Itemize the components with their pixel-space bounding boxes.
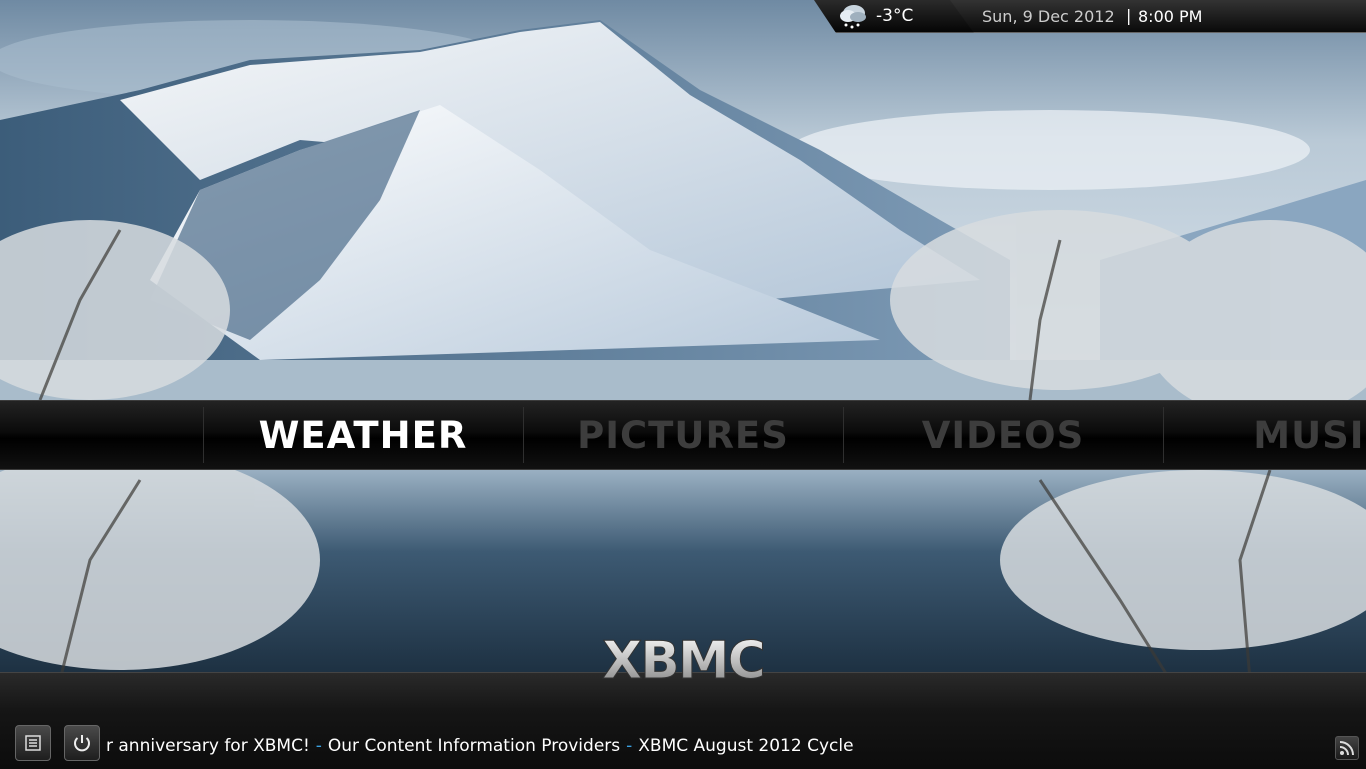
menu-item-music[interactable]: MUSIC: [1163, 401, 1366, 469]
svg-text:XBMC: XBMC: [602, 631, 764, 690]
menu-item-label: WEATHER: [258, 413, 468, 457]
ticker-item[interactable]: Our Content Information Providers: [328, 736, 620, 756]
menu-item-label: PICTURES: [577, 413, 789, 457]
menu-item-label: MUSIC: [1253, 413, 1366, 457]
menu-item-pictures[interactable]: PICTURES: [523, 401, 843, 469]
ticker-separator: -: [626, 736, 633, 756]
power-button[interactable]: [64, 725, 100, 761]
date: Sun, 9 Dec 2012: [982, 7, 1115, 26]
date-time-separator: |: [1126, 6, 1132, 25]
favourites-button[interactable]: [15, 725, 51, 761]
list-icon: [25, 735, 41, 751]
menu-item-weather[interactable]: WEATHER: [203, 401, 523, 469]
rss-button[interactable]: [1335, 736, 1359, 760]
xbmc-logo: XBMC: [602, 631, 767, 691]
temperature: -3°C: [876, 6, 914, 26]
rss-icon: [1339, 741, 1354, 756]
power-icon: [74, 735, 90, 752]
menu-item-videos[interactable]: VIDEOS: [843, 401, 1163, 469]
menu-item-label: VIDEOS: [921, 413, 1085, 457]
cloud-snow-icon: [840, 5, 866, 29]
main-menu: WEATHER PICTURES VIDEOS MUSIC: [0, 400, 1366, 470]
ticker-item[interactable]: XBMC August 2012 Cycle: [638, 736, 853, 756]
ticker-item[interactable]: r anniversary for XBMC!: [106, 736, 310, 756]
rss-ticker: r anniversary for XBMC! - Our Content Info…: [106, 736, 1306, 760]
time: 8:00 PM: [1138, 7, 1203, 26]
ticker-separator: -: [315, 736, 322, 756]
